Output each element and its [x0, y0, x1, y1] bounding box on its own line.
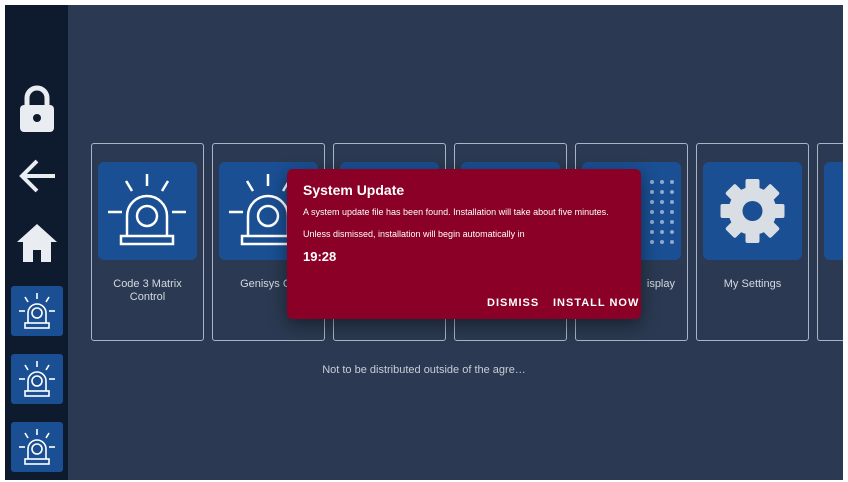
dialog-title: System Update [303, 182, 405, 198]
install-now-button[interactable]: INSTALL NOW [553, 297, 639, 309]
tile-icon-box [98, 162, 197, 260]
sidebar-app-button-1[interactable] [11, 286, 63, 336]
back-button[interactable] [11, 155, 63, 197]
beacon-icon [108, 174, 186, 246]
tile-code3-matrix-control[interactable]: Code 3 Matrix Control [91, 143, 204, 341]
beacon-icon [19, 293, 55, 329]
tile-my-settings[interactable]: My Settings [696, 143, 809, 341]
tile-icon-box [824, 162, 843, 260]
tile-icon-box [703, 162, 802, 260]
home-icon [17, 224, 57, 262]
app-screen: Code 3 Matrix Control Genisys Co isplay … [5, 5, 843, 480]
gear-icon [720, 179, 785, 243]
tile-app-7[interactable] [817, 143, 843, 341]
beacon-icon [19, 429, 55, 465]
sidebar-app-button-3[interactable] [11, 422, 63, 472]
dismiss-button[interactable]: DISMISS [487, 297, 539, 309]
tile-label: My Settings [723, 278, 782, 290]
arrow-left-icon [19, 159, 55, 193]
lock-button[interactable] [11, 83, 63, 135]
dialog-message: A system update file has been found. Ins… [303, 207, 609, 217]
sidebar-app-button-2[interactable] [11, 354, 63, 404]
lock-icon [20, 85, 54, 132]
tile-label: Code 3 Matrix Control [113, 278, 182, 303]
dialog-message-countdown-label: Unless dismissed, installation will begi… [303, 229, 525, 239]
sidebar [5, 5, 68, 480]
countdown-timer: 19:28 [303, 249, 337, 264]
system-update-dialog: System Update A system update file has b… [287, 169, 641, 319]
home-button[interactable] [11, 219, 63, 267]
footer-notice: Not to be distributed outside of the agr… [322, 364, 526, 376]
